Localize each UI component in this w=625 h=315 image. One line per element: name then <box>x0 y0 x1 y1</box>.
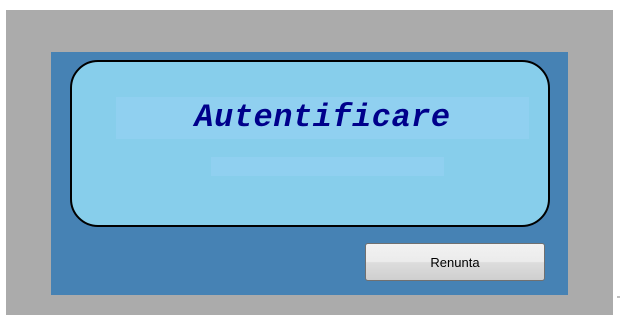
cancel-button[interactable]: Renunta <box>365 243 545 281</box>
edge-mark <box>617 296 620 298</box>
status-label <box>211 157 444 176</box>
dialog-title: Autentificare <box>194 99 451 136</box>
desktop-background: Autentificare Renunta <box>0 0 625 315</box>
title-label-background: Autentificare <box>116 97 529 139</box>
title-box <box>70 60 550 227</box>
